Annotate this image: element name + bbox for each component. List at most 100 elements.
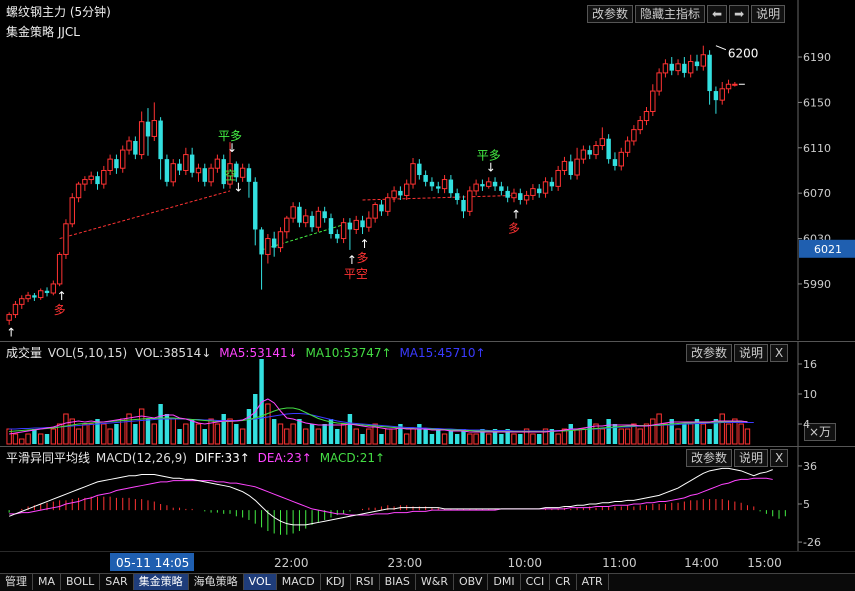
tab-6[interactable]: VOL <box>244 574 277 590</box>
vol-bar <box>221 414 225 444</box>
vol-bar <box>739 424 743 444</box>
candle-body <box>670 64 674 71</box>
candle-body <box>411 164 415 184</box>
vol-bar <box>354 429 358 444</box>
vol-bar <box>266 404 270 444</box>
vol-bar <box>430 434 434 444</box>
vol-bar <box>367 429 371 444</box>
candle-body <box>575 159 579 175</box>
candle-body <box>562 161 566 170</box>
tab-11[interactable]: W&R <box>416 574 454 590</box>
candle-body <box>480 184 484 186</box>
strategy-line <box>60 191 230 239</box>
tab-12[interactable]: OBV <box>454 574 488 590</box>
time-tick-label: 11:00 <box>602 556 637 570</box>
tab-8[interactable]: KDJ <box>321 574 351 590</box>
candle-body <box>651 91 655 111</box>
volume-chart[interactable]: 41016 <box>0 342 855 446</box>
vol-bar <box>240 429 244 444</box>
vol-bar <box>726 424 730 444</box>
candle-body <box>474 184 478 191</box>
candle-body <box>310 216 314 227</box>
tab-3[interactable]: SAR <box>100 574 133 590</box>
vol-bar <box>423 429 427 444</box>
vol-bar <box>581 429 585 444</box>
vol-bar <box>348 414 352 444</box>
candle-body <box>587 150 591 155</box>
tab-13[interactable]: DMI <box>488 574 520 590</box>
price-tick-label: 6190 <box>803 51 831 64</box>
signal-arrow: ↓ <box>486 160 496 174</box>
candle-body <box>127 141 131 150</box>
time-cursor-label: 05-11 14:05 <box>116 556 189 570</box>
candle-body <box>190 155 194 173</box>
signal-label: 多 <box>357 251 369 265</box>
extreme-pointer <box>716 46 726 50</box>
vol-bar <box>285 429 289 444</box>
candle-body <box>285 218 289 232</box>
candle-body <box>550 182 554 187</box>
vol-bar <box>26 434 30 444</box>
tab-10[interactable]: BIAS <box>380 574 416 590</box>
vol-bar <box>720 414 724 444</box>
vol-bar <box>291 424 295 444</box>
candle-body <box>297 207 301 223</box>
vol-bar <box>228 419 232 444</box>
candle-body <box>455 193 459 200</box>
vol-bar <box>442 434 446 444</box>
vol-bar <box>436 429 440 444</box>
candle-body <box>398 191 402 196</box>
vol-bar <box>316 429 320 444</box>
tab-4[interactable]: 集金策略 <box>134 574 189 590</box>
vol-bar <box>310 424 314 444</box>
candle-body <box>316 211 320 227</box>
time-axis: 15:0022:0023:0010:0011:0014:0015:0005-11… <box>0 551 855 573</box>
candle-body <box>461 200 465 211</box>
tab-2[interactable]: BOLL <box>61 574 100 590</box>
candle-body <box>83 180 87 185</box>
candle-body <box>247 168 251 182</box>
vol-bar <box>701 424 705 444</box>
candle-body <box>272 239 276 248</box>
tab-7[interactable]: MACD <box>277 574 321 590</box>
candle-body <box>619 152 623 166</box>
vol-bar <box>600 429 604 444</box>
candle-body <box>291 207 295 218</box>
tab-1[interactable]: MA <box>33 574 61 590</box>
signal-label: 平空 <box>344 267 368 281</box>
candle-body <box>322 211 326 218</box>
candle-body <box>102 170 106 184</box>
candle-body <box>695 62 699 67</box>
candle-body <box>423 175 427 182</box>
signal-label: 平多 <box>477 148 501 162</box>
macd-diff-line <box>9 468 773 525</box>
vol-bar <box>278 424 282 444</box>
vol-bar <box>20 439 24 444</box>
candle-body <box>543 182 547 193</box>
vol-bar <box>38 434 42 444</box>
candle-body <box>89 176 93 179</box>
candle-body <box>379 205 383 212</box>
vol-bar <box>152 424 156 444</box>
candle-body <box>707 55 711 91</box>
vol-bar <box>108 429 112 444</box>
signal-arrow: ↓ <box>227 141 237 155</box>
vol-bar <box>171 419 175 444</box>
vol-bar <box>575 429 579 444</box>
price-tick-label: 6150 <box>803 96 831 109</box>
tab-0[interactable]: 管理 <box>0 574 33 590</box>
tab-9[interactable]: RSI <box>351 574 380 590</box>
tab-5[interactable]: 海龟策略 <box>189 574 244 590</box>
tab-16[interactable]: ATR <box>577 574 609 590</box>
candle-body <box>625 141 629 152</box>
macd-chart[interactable]: -26536 <box>0 447 855 551</box>
tab-15[interactable]: CR <box>550 574 576 590</box>
candlestick-chart[interactable]: 5990603060706110615061906021↑5956↑多↓平多↓空… <box>0 0 855 340</box>
candle-body <box>499 186 503 191</box>
vol-bar <box>518 434 522 444</box>
candle-body <box>7 315 11 321</box>
price-tick-label: 6070 <box>803 187 831 200</box>
tab-14[interactable]: CCI <box>521 574 551 590</box>
candle-body <box>57 254 61 284</box>
vol-bar <box>688 424 692 444</box>
